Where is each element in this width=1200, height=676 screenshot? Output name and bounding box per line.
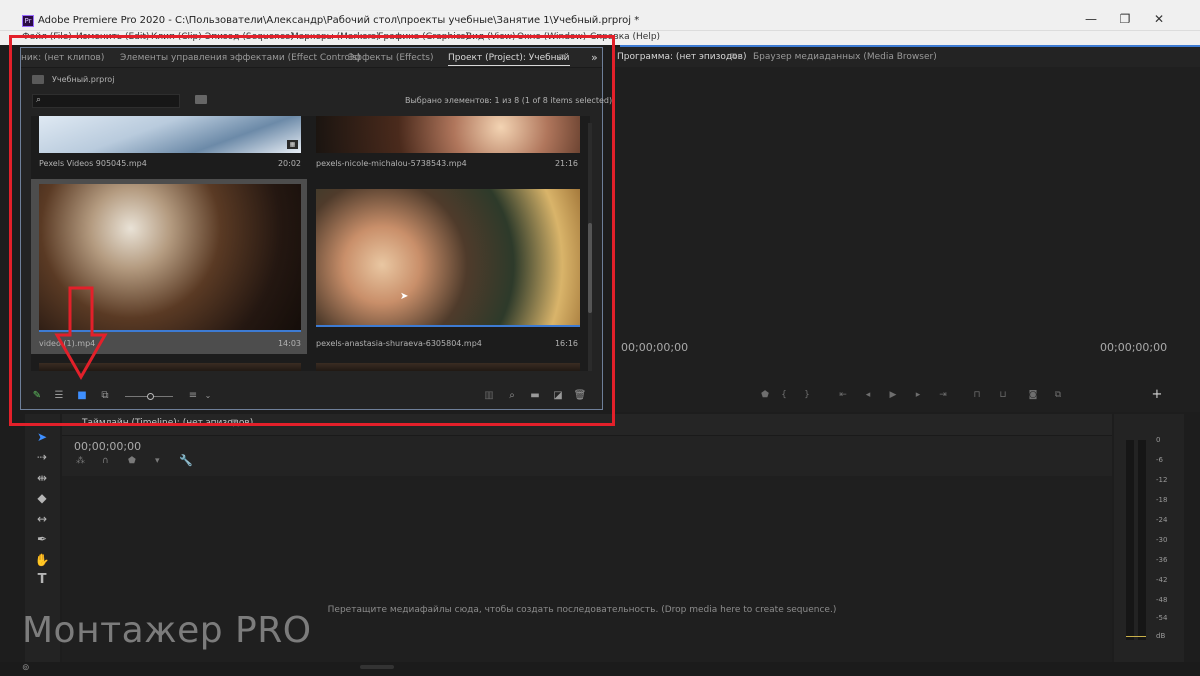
program-timecode-left[interactable]: 00;00;00;00 [621,341,688,354]
watermark-text: Монтажер PRO [22,610,312,651]
play-icon[interactable]: ▶ [886,389,900,401]
step-forward-icon[interactable]: ▸ [911,389,925,401]
program-tab-menu-icon[interactable]: ≡ [729,51,737,62]
go-to-out-icon[interactable]: ⇥ [936,389,950,401]
meter-scale-6: -6 [1156,456,1163,464]
type-tool-icon[interactable]: T [31,571,53,589]
program-timecode-right: 00;00;00;00 [1100,341,1168,354]
close-button[interactable]: ✕ [1144,10,1174,28]
button-editor-add-button[interactable]: + [1150,388,1164,401]
ripple-edit-tool-icon[interactable]: ⇹ [31,469,53,487]
program-monitor-viewer [612,67,1200,412]
meter-scale-30: -30 [1156,536,1168,544]
export-frame-icon[interactable]: ◙ [1026,389,1040,401]
pen-tool-icon[interactable]: ✒ [31,530,53,548]
timeline-marker-icon[interactable]: ▾ [155,456,160,466]
audio-meter-level-line [1126,636,1146,637]
window-title: Adobe Premiere Pro 2020 - C:\Пользовател… [38,15,640,26]
mark-in-icon[interactable]: { [777,389,791,401]
program-monitor-header: Программа: (нет эпизодов) ≡ Браузер меди… [612,47,1200,67]
razor-tool-icon[interactable]: ◆ [31,489,53,507]
audio-meter-right [1138,440,1146,640]
timeline-horizontal-scrollbar[interactable] [360,665,394,669]
track-select-tool-icon[interactable]: ⇢ [31,448,53,466]
minimize-button[interactable]: — [1076,10,1106,28]
meter-scale-54: -54 [1156,614,1168,622]
timeline-timecode[interactable]: 00;00;00;00 [74,440,141,453]
status-link-icon: ⊚ [22,663,30,673]
title-bar: Pr Adobe Premiere Pro 2020 - C:\Пользова… [0,0,1200,31]
mark-out-icon[interactable]: } [800,389,814,401]
tab-program-monitor[interactable]: Программа: (нет эпизодов) [617,52,746,62]
audio-meter-left [1126,440,1134,640]
timeline-settings-wrench-icon[interactable]: 🔧 [179,454,193,467]
selection-tool-icon[interactable]: ➤ [31,428,53,446]
red-down-arrow-annotation [54,286,108,381]
add-marker-timeline-icon[interactable]: ⬟ [128,456,136,466]
hand-tool-icon[interactable]: ✋ [31,551,53,569]
go-to-in-icon[interactable]: ⇤ [836,389,850,401]
linked-selection-icon[interactable]: ∩ [102,456,109,466]
maximize-button[interactable]: ❐ [1110,10,1140,28]
audio-meter-panel: 0 -6 -12 -18 -24 -30 -36 -42 -48 -54 dB [1114,414,1184,662]
meter-scale-0: 0 [1156,436,1161,444]
meter-scale-42: -42 [1156,576,1168,584]
tab-media-browser[interactable]: Браузер медиаданных (Media Browser) [753,52,937,62]
slip-tool-icon[interactable]: ↔ [31,510,53,528]
meter-scale-36: -36 [1156,556,1168,564]
meter-scale-db: dB [1156,632,1166,640]
extract-icon[interactable]: ⊔ [996,389,1010,401]
snap-icon[interactable]: ⁂ [76,456,85,466]
premiere-app-icon: Pr [22,15,34,27]
meter-scale-48: -48 [1156,596,1168,604]
step-back-icon[interactable]: ◂ [861,389,875,401]
meter-scale-24: -24 [1156,516,1168,524]
status-bar: ⊚ [0,662,1200,676]
meter-scale-18: -18 [1156,496,1168,504]
meter-scale-12: -12 [1156,476,1168,484]
lift-icon[interactable]: ⊓ [970,389,984,401]
comparison-view-icon[interactable]: ⧉ [1051,389,1065,401]
add-marker-icon[interactable]: ⬟ [758,389,772,401]
